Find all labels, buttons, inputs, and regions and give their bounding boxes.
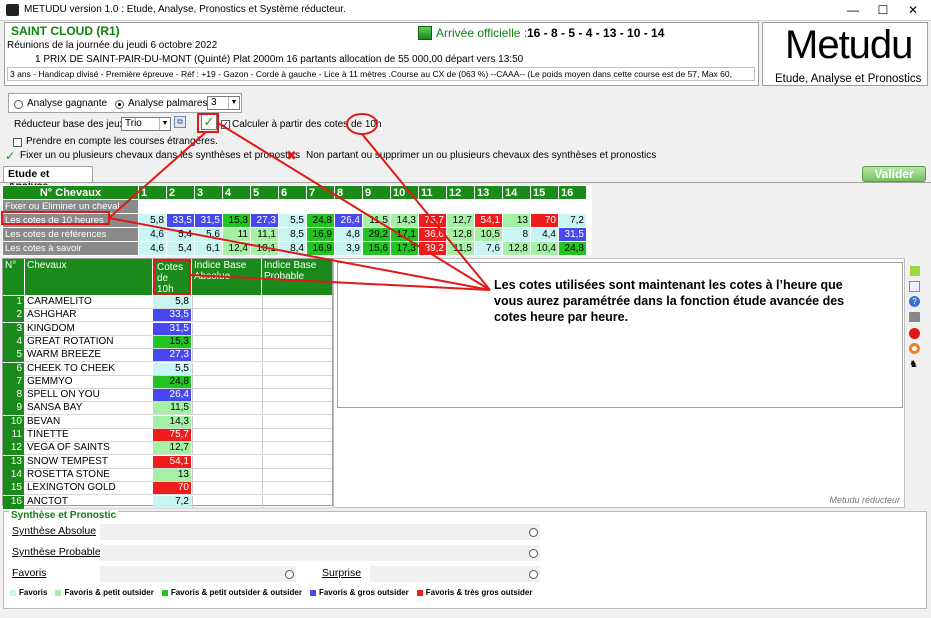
legend-item: Favoris & très gros outsider — [416, 588, 533, 597]
highlight-row-box — [1, 211, 110, 225]
surprise-field[interactable] — [370, 566, 540, 582]
legend-swatch — [55, 589, 62, 596]
legend-label: Favoris & petit outsider — [64, 588, 154, 597]
legend-item: Favoris — [10, 588, 47, 597]
legend-swatch — [416, 589, 423, 596]
favoris-label: Favoris — [12, 567, 47, 579]
legend-label: Favoris & petit outsider & outsider — [170, 588, 302, 597]
synthese-probable-field[interactable] — [100, 545, 540, 561]
favoris-field[interactable] — [100, 566, 296, 582]
legend-item: Favoris & petit outsider — [55, 588, 154, 597]
legend-swatch — [309, 589, 316, 596]
synthese-panel: Synthèse et Pronostic Synthèse Absolue S… — [3, 510, 927, 609]
legend-swatch — [10, 589, 16, 596]
highlight-check-box — [197, 113, 219, 133]
legend-label: Favoris & très gros outsider — [425, 588, 533, 597]
synthese-title: Synthèse et Pronostic — [9, 510, 119, 521]
color-legend: Favoris Favoris & petit outsider Favoris &… — [10, 588, 540, 597]
surprise-label: Surprise — [322, 567, 362, 579]
legend-label: Favoris & gros outsider — [318, 588, 409, 597]
highlight-hour-circle — [346, 113, 378, 135]
legend-swatch — [161, 589, 168, 596]
synthese-absolue-label: Synthèse Absolue — [12, 525, 97, 537]
synthese-absolue-field[interactable] — [100, 524, 540, 540]
synthese-probable-label: Synthèse Probable — [12, 546, 101, 558]
legend-item: Favoris & petit outsider & outsider — [161, 588, 302, 597]
legend-item: Favoris & gros outsider — [309, 588, 409, 597]
legend-label: Favoris — [19, 588, 48, 597]
